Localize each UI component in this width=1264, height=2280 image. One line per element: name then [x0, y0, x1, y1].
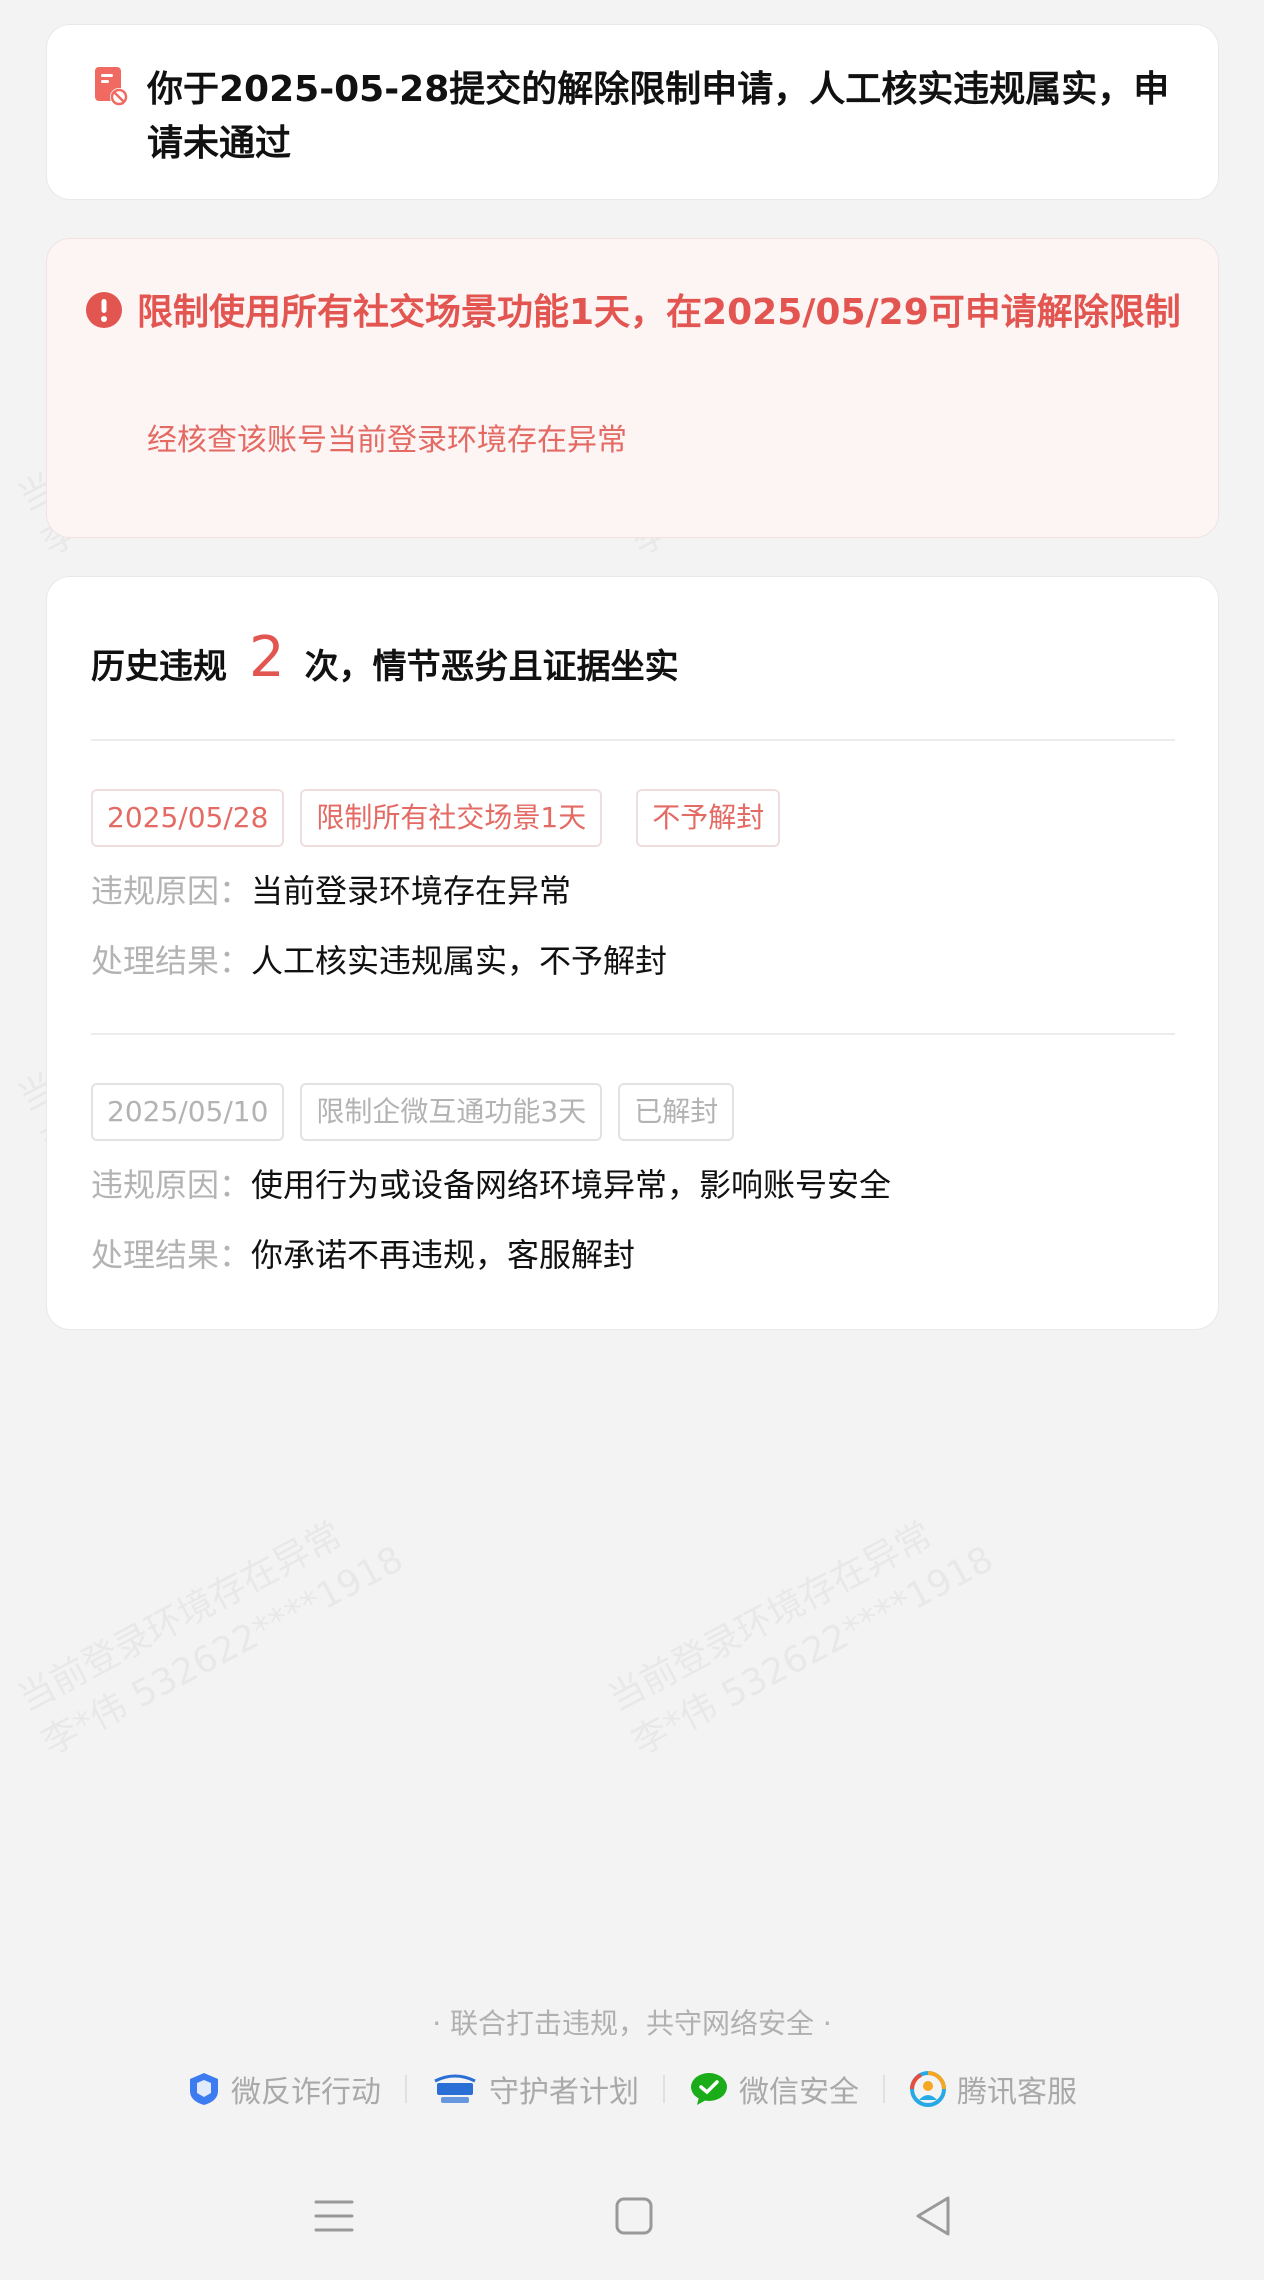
- result-label: 处理结果：: [91, 942, 252, 980]
- restriction-notice-card: 限制使用所有社交场景功能1天，在2025/05/29可申请解除限制 经核查该账号…: [46, 238, 1219, 538]
- record-tags: 2025/05/28 限制所有社交场景1天 不予解封: [91, 789, 781, 847]
- divider: [91, 739, 1175, 741]
- history-title-prefix: 历史违规: [91, 646, 227, 687]
- record-status-tag: 不予解封: [636, 789, 781, 847]
- home-icon[interactable]: [610, 2192, 658, 2240]
- wechat-security-link[interactable]: 微信安全: [689, 2067, 859, 2111]
- anti-fraud-label: 微反诈行动: [231, 2075, 381, 2110]
- violation-history-card: 历史违规 2 次，情节恶劣且证据坐实 2025/05/28 限制所有社交场景1天…: [46, 576, 1219, 1330]
- record-date-tag: 2025/05/28: [91, 789, 285, 847]
- result-value: 人工核实违规属实，不予解封: [251, 942, 668, 980]
- tencent-service-link[interactable]: 腾讯客服: [909, 2067, 1077, 2111]
- record-reason-row: 违规原因：使用行为或设备网络环境异常，影响账号安全: [91, 1165, 891, 1205]
- result-value: 你承诺不再违规，客服解封: [251, 1236, 636, 1274]
- result-label: 处理结果：: [91, 1236, 252, 1274]
- history-title-suffix: 次，情节恶劣且证据坐实: [304, 646, 679, 687]
- wechat-security-icon: [691, 2073, 727, 2105]
- restriction-reason: 经核查该账号当前登录环境存在异常: [147, 423, 627, 458]
- restriction-headline: 限制使用所有社交场景功能1天，在2025/05/29可申请解除限制: [137, 292, 1181, 333]
- separator: [405, 2075, 407, 2103]
- footer-links: 微反诈行动 守护者计划 微信安全 腾讯客服: [0, 2064, 1264, 2114]
- reason-label: 违规原因：: [91, 872, 252, 910]
- back-icon[interactable]: [910, 2192, 958, 2240]
- tencent-service-label: 腾讯客服: [957, 2075, 1077, 2110]
- guardian-plan-link[interactable]: 守护者计划: [431, 2067, 639, 2111]
- history-title: 历史违规 2 次，情节恶劣且证据坐实: [91, 623, 679, 703]
- system-navigation-bar: [0, 2176, 1264, 2256]
- reason-value: 使用行为或设备网络环境异常，影响账号安全: [251, 1166, 892, 1204]
- tencent-service-icon: [910, 2071, 946, 2107]
- reason-label: 违规原因：: [91, 1166, 252, 1204]
- record-tags: 2025/05/10 限制企微互通功能3天 已解封: [91, 1083, 735, 1141]
- separator: [883, 2075, 885, 2103]
- record-status-tag: 已解封: [618, 1083, 735, 1141]
- record-restriction-tag: 限制所有社交场景1天: [300, 789, 603, 847]
- record-date-tag: 2025/05/10: [91, 1083, 285, 1141]
- exclamation-circle-icon: [86, 292, 122, 328]
- record-result-row: 处理结果：你承诺不再违规，客服解封: [91, 1235, 635, 1275]
- guardian-plan-label: 守护者计划: [489, 2075, 639, 2110]
- application-status-message: 你于2025-05-28提交的解除限制申请，人工核实违规属实，申请未通过: [147, 69, 1170, 164]
- reason-value: 当前登录环境存在异常: [251, 872, 572, 910]
- record-restriction-tag: 限制企微互通功能3天: [300, 1083, 603, 1141]
- document-blocked-icon: [95, 67, 128, 106]
- violation-count: 2: [249, 624, 285, 690]
- record-reason-row: 违规原因：当前登录环境存在异常: [91, 871, 571, 911]
- separator: [663, 2075, 665, 2103]
- wechat-security-label: 微信安全: [739, 2075, 859, 2110]
- watermark: 当前登录环境存在异常李*伟 532622****1918: [10, 1491, 412, 1768]
- menu-icon[interactable]: [310, 2192, 358, 2240]
- anti-fraud-link[interactable]: 微反诈行动: [187, 2067, 381, 2111]
- watermark: 当前登录环境存在异常李*伟 532622****1918: [600, 1491, 1002, 1768]
- application-status-card: 你于2025-05-28提交的解除限制申请，人工核实违规属实，申请未通过: [46, 24, 1219, 200]
- divider: [91, 1033, 1175, 1035]
- anti-fraud-icon: [190, 2073, 218, 2105]
- guardian-plan-icon: [434, 2074, 476, 2103]
- footer-slogan: · 联合打击违规，共守网络安全 ·: [432, 2007, 832, 2040]
- record-result-row: 处理结果：人工核实违规属实，不予解封: [91, 941, 667, 981]
